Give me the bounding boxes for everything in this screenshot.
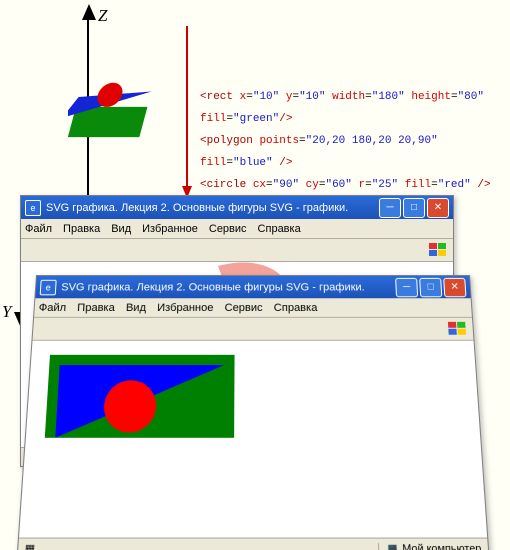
code-line-rect: <rect x="10" y="10" width="180" height="… <box>200 86 510 130</box>
close-button[interactable]: ✕ <box>427 198 449 218</box>
toolbar <box>32 318 473 341</box>
red-arrow-down-icon <box>186 26 188 196</box>
menu-view[interactable]: Вид <box>126 302 147 314</box>
menu-edit[interactable]: Правка <box>63 223 100 235</box>
menu-favorites[interactable]: Избранное <box>157 302 214 314</box>
status-text: Мой компьютер <box>402 543 482 550</box>
status-left-icon: ▦ <box>24 543 35 550</box>
window-title: SVG графика. Лекция 2. Основные фигуры S… <box>61 281 394 293</box>
menu-favorites[interactable]: Избранное <box>142 223 198 235</box>
source-shapes <box>68 53 178 163</box>
windows-flag-icon <box>448 322 467 336</box>
ie-icon: e <box>25 200 41 216</box>
menu-help[interactable]: Справка <box>258 223 301 235</box>
close-button[interactable]: ✕ <box>443 277 466 296</box>
ie-icon: e <box>40 279 57 294</box>
arrow-z-icon <box>82 4 96 20</box>
axis-label-z: Z <box>98 6 107 26</box>
code-line-polygon: <polygon points="20,20 180,20 20,90" fil… <box>200 130 510 174</box>
menu-bar: Файл Правка Вид Избранное Сервис Справка <box>34 298 472 318</box>
browser-window-front: e SVG графика. Лекция 2. Основные фигуры… <box>17 275 488 550</box>
menu-file[interactable]: Файл <box>38 302 66 314</box>
minimize-button[interactable]: ─ <box>379 198 401 218</box>
maximize-button[interactable]: □ <box>403 198 425 218</box>
menu-tools[interactable]: Сервис <box>209 223 247 235</box>
client-area <box>19 341 487 539</box>
code-line-circle: <circle cx="90" cy="60" r="25" fill="red… <box>200 174 510 196</box>
window-title: SVG графика. Лекция 2. Основные фигуры S… <box>46 202 377 214</box>
titlebar[interactable]: e SVG графика. Лекция 2. Основные фигуры… <box>35 276 470 298</box>
status-zone: 💻 Мой компьютер <box>378 543 482 550</box>
diagram-stage: Z X Y <rect x="10" y="10" width="180" he… <box>0 0 510 550</box>
menu-file[interactable]: Файл <box>25 223 52 235</box>
windows-flag-icon <box>429 243 447 257</box>
code-block: <rect x="10" y="10" width="180" height="… <box>200 86 510 196</box>
menu-edit[interactable]: Правка <box>77 302 115 314</box>
titlebar[interactable]: e SVG графика. Лекция 2. Основные фигуры… <box>21 196 453 219</box>
status-bar: ▦ 💻 Мой компьютер <box>18 537 489 550</box>
menu-tools[interactable]: Сервис <box>225 302 263 314</box>
menu-bar: Файл Правка Вид Избранное Сервис Справка <box>21 219 453 239</box>
menu-view[interactable]: Вид <box>111 223 131 235</box>
rendered-svg <box>34 345 245 449</box>
axis-label-y: Y <box>2 302 11 322</box>
maximize-button[interactable]: □ <box>419 277 442 296</box>
menu-help[interactable]: Справка <box>274 302 318 314</box>
toolbar <box>21 239 453 262</box>
minimize-button[interactable]: ─ <box>395 277 418 296</box>
